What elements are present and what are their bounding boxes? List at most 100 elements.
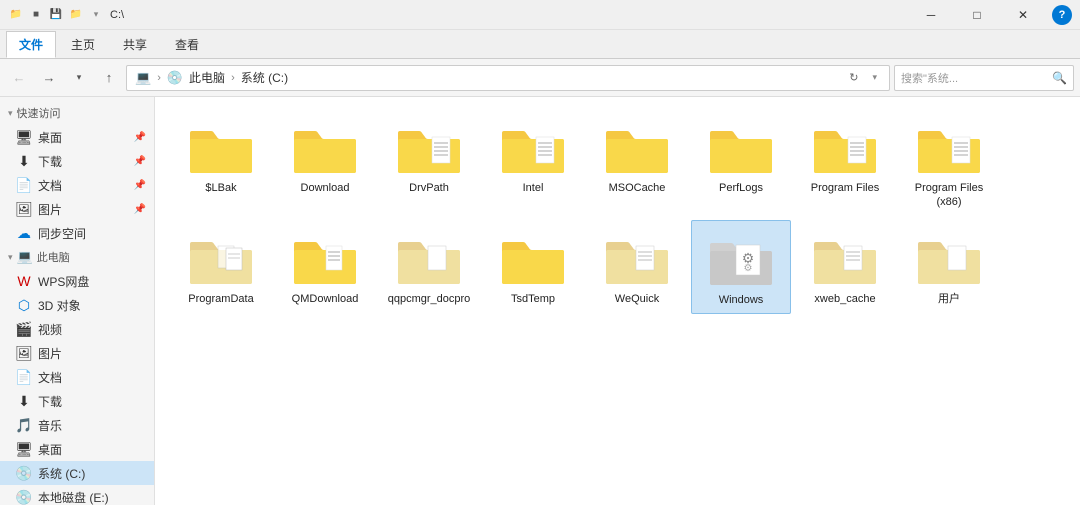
docs-pc-icon: 📄: [16, 369, 32, 385]
folder-name-lbak: $LBak: [205, 181, 236, 195]
pin-icon-desktop: 📌: [134, 132, 146, 143]
folder-item-program-files-x86[interactable]: Program Files (x86): [899, 109, 999, 216]
desktop-pc-icon: 🖥: [16, 441, 32, 457]
folder-item-windows[interactable]: ⚙ ⚙ Windows: [691, 220, 791, 314]
folder-item-drvpath[interactable]: DrvPath: [379, 109, 479, 216]
pin-icon-docs: 📌: [134, 180, 146, 191]
sidebar-this-pc-header[interactable]: ▾ 💻 此电脑: [0, 245, 154, 269]
search-bar[interactable]: 搜索"系统... 🔍: [894, 65, 1074, 91]
sidebar-item-onedrive[interactable]: ☁ 同步空间: [0, 221, 154, 245]
folder-icon-windows: ⚙ ⚙: [705, 227, 777, 291]
search-icon[interactable]: 🔍: [1052, 71, 1067, 85]
sidebar-label-videos: 视频: [38, 321, 62, 338]
folder-item-perflogs[interactable]: PerfLogs: [691, 109, 791, 216]
breadcrumb-this-pc[interactable]: 此电脑: [189, 69, 225, 86]
tab-home[interactable]: 主页: [58, 31, 108, 58]
docs-icon: 📄: [16, 177, 32, 193]
folder-item-program-files[interactable]: Program Files: [795, 109, 895, 216]
local-e-icon: 💿: [16, 489, 32, 505]
dropdown-arrow[interactable]: ▾: [88, 7, 104, 23]
app-icon: 📁: [8, 7, 24, 23]
folder-name-program-files-x86: Program Files (x86): [903, 181, 995, 210]
search-placeholder: 搜索"系统...: [901, 70, 1048, 86]
sidebar: ▾ 快速访问 🖥 桌面 📌 ⬇ 下载 📌 📄 文档 📌 🖼 图片 📌 ☁ 同步空…: [0, 97, 155, 505]
help-button[interactable]: ?: [1052, 5, 1072, 25]
folder-name-download: Download: [301, 181, 350, 195]
sidebar-item-download-quick[interactable]: ⬇ 下载 📌: [0, 149, 154, 173]
close-button[interactable]: ✕: [1000, 0, 1046, 30]
tab-file[interactable]: 文件: [6, 31, 56, 58]
back-button[interactable]: ←: [6, 65, 32, 91]
folder-name-user: 用户: [938, 292, 960, 306]
sidebar-label-desktop-quick: 桌面: [38, 129, 62, 146]
sidebar-item-docs-quick[interactable]: 📄 文档 📌: [0, 173, 154, 197]
folder-name-wequick: WeQuick: [615, 292, 659, 306]
folder-item-msocache[interactable]: MSOCache: [587, 109, 687, 216]
folder-item-user[interactable]: 用户: [899, 220, 999, 314]
this-pc-label: 此电脑: [37, 249, 70, 265]
sidebar-item-pics-quick[interactable]: 🖼 图片 📌: [0, 197, 154, 221]
folder-item-wequick[interactable]: WeQuick: [587, 220, 687, 314]
folder-name-programdata: ProgramData: [188, 292, 253, 306]
folder-item-download[interactable]: Download: [275, 109, 375, 216]
sidebar-item-3d[interactable]: ⬡ 3D 对象: [0, 293, 154, 317]
address-bar[interactable]: 💻 › 💿 此电脑 › 系统 (C:) ↻ ▾: [126, 65, 890, 91]
sidebar-item-local-e[interactable]: 💿 本地磁盘 (E:): [0, 485, 154, 505]
breadcrumb-arrow: ›: [231, 72, 235, 84]
tab-share[interactable]: 共享: [110, 31, 160, 58]
folder-name-qmdownload: QMDownload: [292, 292, 359, 306]
sidebar-item-docs-pc[interactable]: 📄 文档: [0, 365, 154, 389]
sidebar-item-system-c[interactable]: 💿 系统 (C:): [0, 461, 154, 485]
save-icon[interactable]: 💾: [48, 7, 64, 23]
sidebar-item-pics-pc[interactable]: 🖼 图片: [0, 341, 154, 365]
folder-icon-lbak: [185, 115, 257, 179]
address-refresh-btn[interactable]: ↻: [845, 71, 862, 84]
up-button[interactable]: ↑: [96, 65, 122, 91]
folder-name-program-files: Program Files: [811, 181, 879, 195]
sidebar-item-desktop-pc[interactable]: 🖥 桌面: [0, 437, 154, 461]
folder-icon-perflogs: [705, 115, 777, 179]
svg-text:⚙: ⚙: [744, 263, 753, 274]
main-area: ▾ 快速访问 🖥 桌面 📌 ⬇ 下载 📌 📄 文档 📌 🖼 图片 📌 ☁ 同步空…: [0, 97, 1080, 505]
sidebar-item-download-pc[interactable]: ⬇ 下载: [0, 389, 154, 413]
sidebar-item-music[interactable]: 🎵 音乐: [0, 413, 154, 437]
minimize-button[interactable]: ─: [908, 0, 954, 30]
folder-item-programdata[interactable]: ProgramData: [171, 220, 271, 314]
folder-icon-download: [289, 115, 361, 179]
toolbar: ← → ▾ ↑ 💻 › 💿 此电脑 › 系统 (C:) ↻ ▾ 搜索"系统...…: [0, 59, 1080, 97]
folder-icon-tb[interactable]: 📁: [68, 7, 84, 23]
sidebar-item-videos[interactable]: 🎬 视频: [0, 317, 154, 341]
folder-item-intel[interactable]: Intel: [483, 109, 583, 216]
music-icon: 🎵: [16, 417, 32, 433]
sidebar-label-download-pc: 下载: [38, 393, 62, 410]
folder-name-perflogs: PerfLogs: [719, 181, 763, 195]
title-bar-left: 📁 ■ 💾 📁 ▾ C:\: [8, 7, 124, 23]
forward-button[interactable]: →: [36, 65, 62, 91]
breadcrumb-system-c[interactable]: 系统 (C:): [241, 69, 288, 86]
folder-item-tsdtemp[interactable]: TsdTemp: [483, 220, 583, 314]
recent-button[interactable]: ▾: [66, 65, 92, 91]
sidebar-item-wps[interactable]: W WPS网盘: [0, 269, 154, 293]
desktop-icon: 🖥: [16, 129, 32, 145]
address-drive-icon: 💿: [167, 70, 183, 86]
sidebar-label-docs-pc: 文档: [38, 369, 62, 386]
address-dropdown-btn[interactable]: ▾: [868, 72, 881, 83]
sidebar-item-desktop-quick[interactable]: 🖥 桌面 📌: [0, 125, 154, 149]
tab-view[interactable]: 查看: [162, 31, 212, 58]
onedrive-icon: ☁: [16, 225, 32, 241]
folder-item-lbak[interactable]: $LBak: [171, 109, 271, 216]
sidebar-quick-access-header[interactable]: ▾ 快速访问: [0, 101, 154, 125]
maximize-button[interactable]: □: [954, 0, 1000, 30]
window-controls: ─ □ ✕ ?: [908, 0, 1072, 30]
pin-icon-pics: 📌: [134, 204, 146, 215]
folder-grid-row1: $LBak Download DrvPath Intel: [171, 109, 1064, 314]
folder-icon-programdata: [185, 226, 257, 290]
folder-icon-qmdownload: [289, 226, 361, 290]
folder-icon-user: [913, 226, 985, 290]
folder-name-msocache: MSOCache: [609, 181, 666, 195]
folder-item-qmdownload[interactable]: QMDownload: [275, 220, 375, 314]
folder-icon-program-files-x86: [913, 115, 985, 179]
folder-item-qqpcmgr[interactable]: qqpcmgr_docpro: [379, 220, 479, 314]
quick-access-icon[interactable]: ■: [28, 7, 44, 23]
folder-item-xweb-cache[interactable]: xweb_cache: [795, 220, 895, 314]
